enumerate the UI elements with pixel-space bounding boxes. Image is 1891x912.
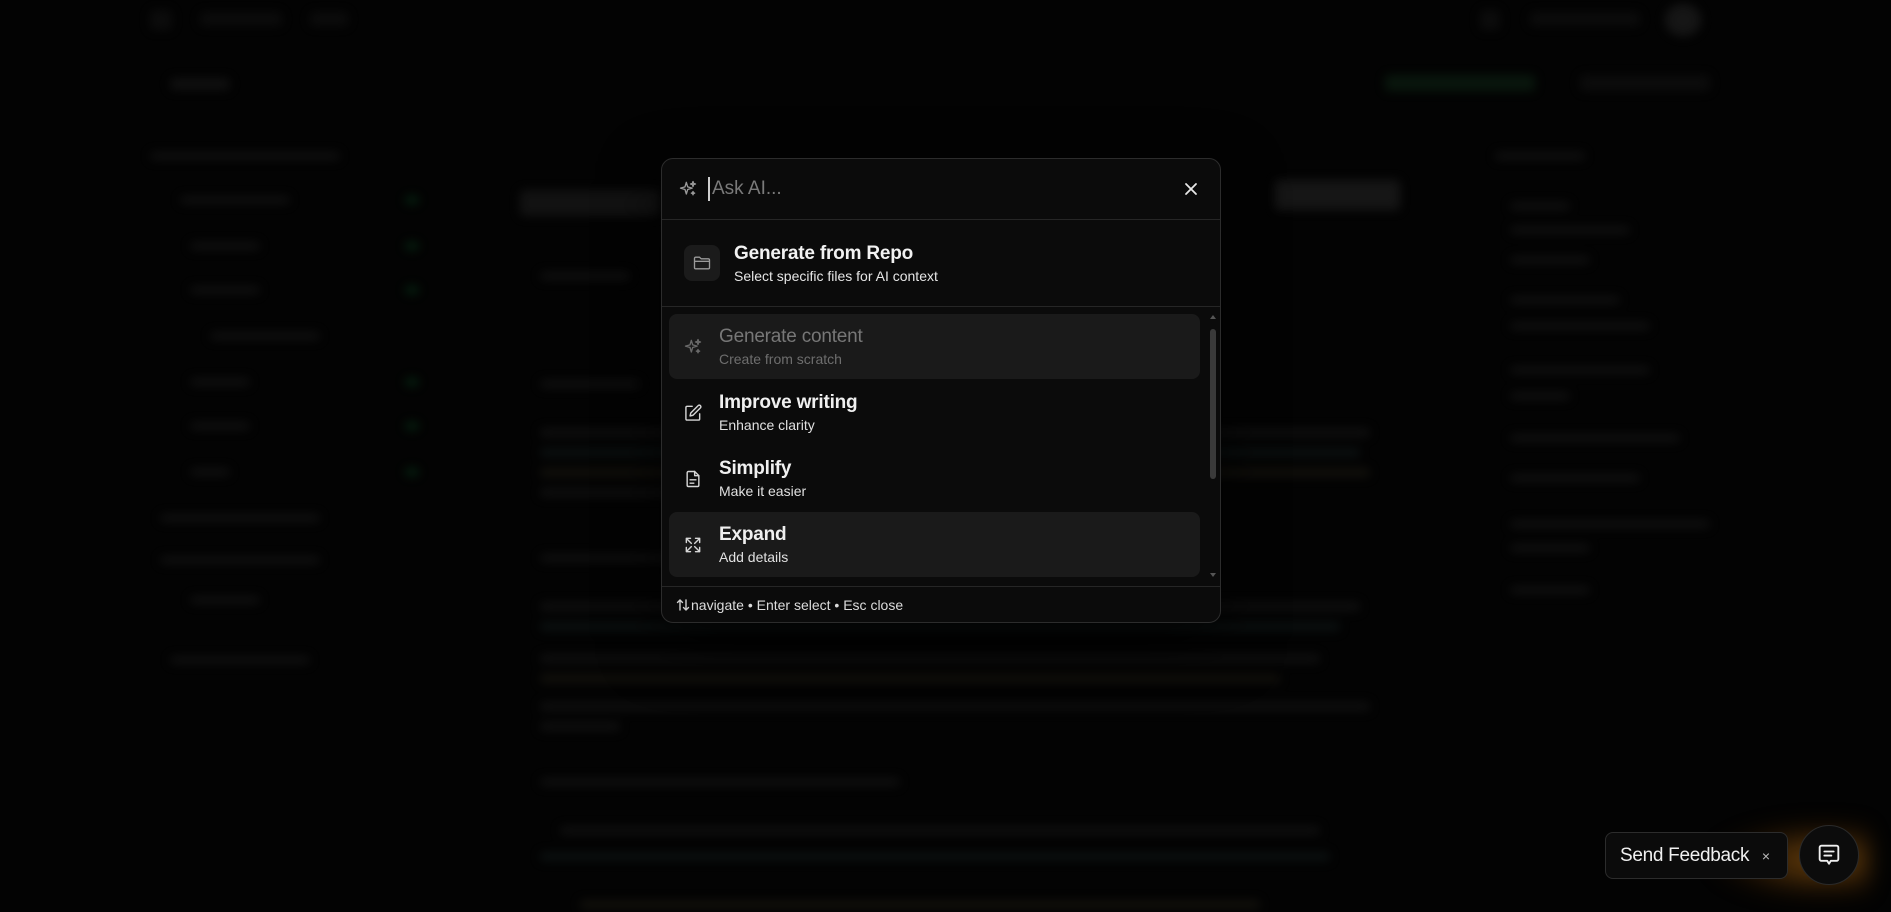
ai-command-palette: Generate from Repo Select specific files… — [661, 158, 1221, 623]
keyboard-hint-footer: navigate • Enter select • Esc close — [662, 586, 1220, 622]
generate-from-repo-option[interactable]: Generate from Repo Select specific files… — [662, 220, 1220, 307]
repo-option-title: Generate from Repo — [734, 242, 914, 264]
pencil-icon — [685, 403, 702, 421]
ask-ai-input[interactable] — [708, 177, 1180, 201]
repo-option-subtitle: Select specific files for AI context — [734, 267, 938, 284]
action-title: Generate content — [719, 326, 863, 347]
scrollbar-thumb[interactable] — [1210, 329, 1216, 479]
action-subtitle: Make it easier — [719, 483, 807, 499]
send-feedback-button[interactable]: Send Feedback × — [1605, 832, 1788, 879]
action-title: Simplify — [719, 458, 792, 479]
action-item-improve-writing[interactable]: Improve writing Enhance clarity — [669, 380, 1200, 445]
keyboard-hint-text: navigate • Enter select • Esc close — [691, 596, 904, 613]
action-subtitle: Add details — [719, 549, 789, 565]
action-item-generate-content[interactable]: Generate content Create from scratch — [669, 314, 1200, 379]
repo-icon-box — [684, 245, 720, 281]
feedback-dismiss-icon[interactable]: × — [1759, 848, 1773, 864]
action-item-expand[interactable]: Expand Add details — [669, 512, 1200, 577]
action-title: Improve writing — [719, 392, 858, 413]
chat-support-button[interactable] — [1799, 825, 1859, 885]
send-feedback-label: Send Feedback — [1620, 844, 1750, 866]
action-subtitle: Enhance clarity — [719, 417, 815, 433]
expand-icon — [685, 537, 701, 552]
sparkle-icon — [679, 180, 697, 196]
close-button[interactable] — [1180, 178, 1202, 200]
document-icon — [686, 470, 700, 487]
action-subtitle: Create from scratch — [719, 351, 842, 367]
scroll-down-arrow[interactable] — [1210, 573, 1216, 577]
up-down-arrows-icon — [676, 598, 690, 611]
scroll-up-arrow[interactable] — [1210, 315, 1216, 319]
folder-icon — [693, 256, 711, 270]
action-title: Expand — [719, 524, 787, 545]
action-item-simplify[interactable]: Simplify Make it easier — [669, 446, 1200, 511]
list-scrollbar[interactable] — [1210, 315, 1216, 577]
close-icon — [1185, 183, 1197, 195]
palette-header — [662, 159, 1220, 220]
actions-list[interactable]: Generate content Create from scratch Imp… — [662, 307, 1220, 587]
sparkle-icon — [684, 338, 702, 353]
chat-bubble-icon — [1818, 844, 1840, 865]
